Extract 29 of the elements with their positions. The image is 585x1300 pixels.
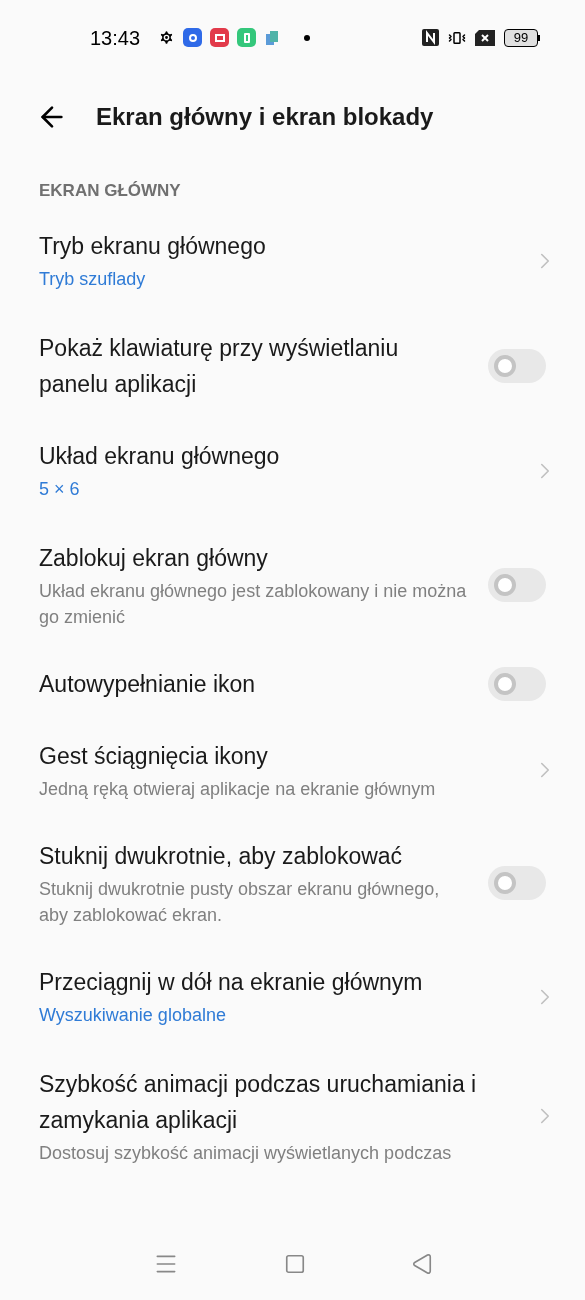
page-title: Ekran główny i ekran blokady xyxy=(96,102,434,132)
item-title: Szybkość animacji podczas uruchamiania i zamykania aplikacji xyxy=(39,1069,478,1135)
section-header: EKRAN GŁÓWNY xyxy=(39,181,181,200)
settings-item[interactable]: Gest ściągnięcia ikony Jedną ręką otwieraj aplikacje na ekranie głównym xyxy=(0,719,585,820)
settings-item[interactable]: Pokaż klawiaturę przy wyświetlaniu panelu aplikacji xyxy=(0,311,585,420)
settings-item[interactable]: Układ ekranu głównego 5 × 6 xyxy=(0,419,585,522)
item-title: Tryb ekranu głównego xyxy=(39,231,267,261)
settings-item[interactable]: Stuknij dwukrotnie, aby zablokować Stuknij dwukrotnie pusty obszar ekranu głównego, aby zablokować ekran. xyxy=(0,819,585,946)
item-title: Przeciągnij w dół na ekranie głównym xyxy=(39,967,424,997)
item-description: Układ ekranu głównego jest zablokowany i nie można go zmienić xyxy=(39,579,468,629)
settings-item[interactable]: Autowypełnianie ikon xyxy=(0,647,585,720)
settings-item[interactable]: Zablokuj ekran główny Układ ekranu głównego jest zablokowany i nie można go zmienić xyxy=(0,521,585,648)
status-time: 13:43 xyxy=(90,25,141,51)
item-value: Tryb szuflady xyxy=(39,267,147,291)
item-description: Jedną ręką otwieraj aplikacje na ekranie głównym xyxy=(39,777,437,801)
item-title: Gest ściągnięcia ikony xyxy=(39,741,269,771)
settings-item[interactable]: Szybkość animacji podczas uruchamiania i zamykania aplikacji Dostosuj szybkość animacji wyświetlanych podczas xyxy=(0,1047,585,1184)
item-title: Układ ekranu głównego xyxy=(39,441,281,471)
item-title: Pokaż klawiaturę przy wyświetlaniu panelu aplikacji xyxy=(39,333,400,399)
item-title: Zablokuj ekran główny xyxy=(39,543,269,573)
item-value: Wyszukiwanie globalne xyxy=(39,1003,227,1027)
settings-item[interactable]: Tryb ekranu głównego Tryb szuflady xyxy=(0,209,585,312)
item-description: Dostosuj szybkość animacji wyświetlanych podczas xyxy=(39,1141,453,1165)
item-description: Stuknij dwukrotnie pusty obszar ekranu głównego, aby zablokować ekran. xyxy=(39,877,441,927)
item-title: Stuknij dwukrotnie, aby zablokować xyxy=(39,841,404,871)
item-value: 5 × 6 xyxy=(39,477,81,501)
item-title: Autowypełnianie ikon xyxy=(39,669,257,699)
settings-item[interactable]: Przeciągnij w dół na ekranie głównym Wyszukiwanie globalne xyxy=(0,945,585,1048)
battery-indicator: 99 xyxy=(504,28,538,47)
